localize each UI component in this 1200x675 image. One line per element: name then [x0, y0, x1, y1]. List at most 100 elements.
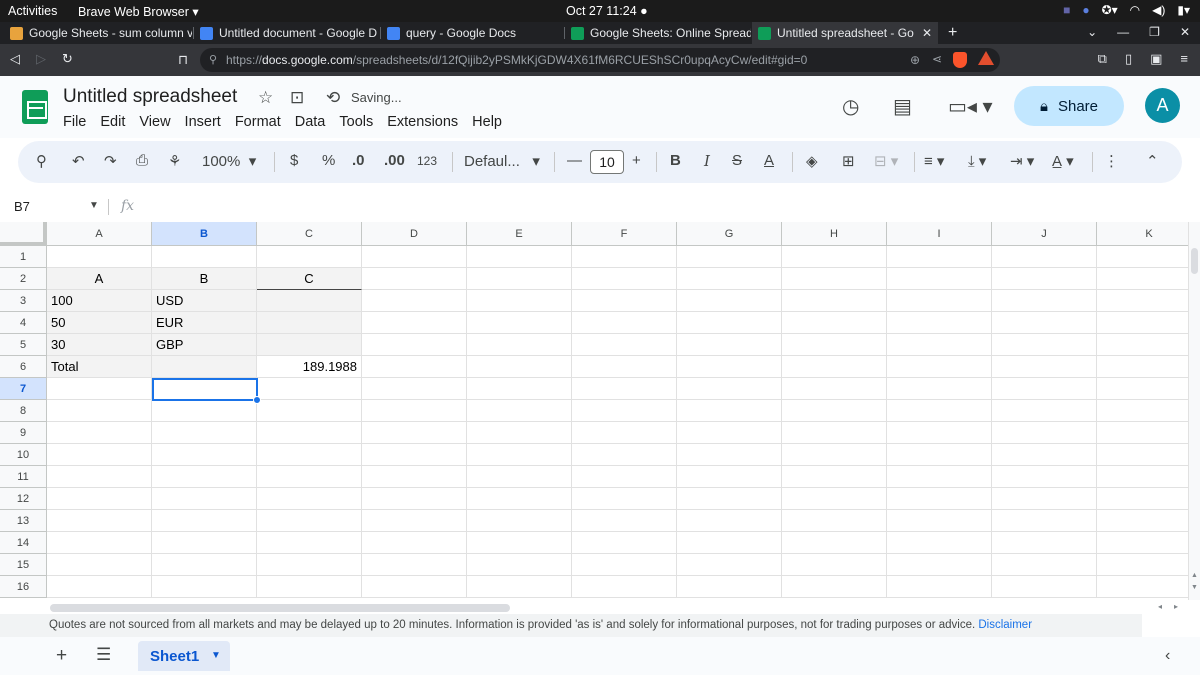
- cell-i9[interactable]: [887, 422, 992, 444]
- cell-e13[interactable]: [467, 510, 572, 532]
- redo-icon[interactable]: ↷: [104, 152, 117, 170]
- cell-h1[interactable]: [782, 246, 887, 268]
- cell-i6[interactable]: [887, 356, 992, 378]
- menu-data[interactable]: Data: [295, 114, 326, 130]
- cell-b13[interactable]: [152, 510, 257, 532]
- cell-e16[interactable]: [467, 576, 572, 598]
- cell-a10[interactable]: [47, 444, 152, 466]
- cell-h11[interactable]: [782, 466, 887, 488]
- account-avatar[interactable]: A: [1145, 88, 1180, 123]
- row-header-12[interactable]: 12: [0, 488, 47, 510]
- cell-f5[interactable]: [572, 334, 677, 356]
- column-header-g[interactable]: G: [677, 222, 782, 246]
- cell-d12[interactable]: [362, 488, 467, 510]
- cell-b16[interactable]: [152, 576, 257, 598]
- decrease-decimal-button[interactable]: .0: [352, 152, 365, 169]
- browser-tab-3[interactable]: query - Google Docs: [381, 22, 563, 44]
- cell-b9[interactable]: [152, 422, 257, 444]
- cell-f14[interactable]: [572, 532, 677, 554]
- bold-icon[interactable]: B: [670, 152, 681, 169]
- activities-button[interactable]: Activities: [8, 4, 57, 18]
- cell-f16[interactable]: [572, 576, 677, 598]
- cell-c9[interactable]: [257, 422, 362, 444]
- column-header-c[interactable]: C: [257, 222, 362, 246]
- horizontal-scrollbar[interactable]: ◂ ▸: [48, 602, 1188, 614]
- column-header-i[interactable]: I: [887, 222, 992, 246]
- cell-j11[interactable]: [992, 466, 1097, 488]
- more-options-icon[interactable]: ⋮: [1104, 152, 1119, 170]
- cell-d6[interactable]: [362, 356, 467, 378]
- column-header-f[interactable]: F: [572, 222, 677, 246]
- column-header-k[interactable]: K: [1097, 222, 1188, 246]
- cell-d4[interactable]: [362, 312, 467, 334]
- cell-h4[interactable]: [782, 312, 887, 334]
- cell-k3[interactable]: [1097, 290, 1188, 312]
- cell-a7[interactable]: [47, 378, 152, 400]
- comments-icon[interactable]: ▤: [893, 94, 912, 119]
- cell-c8[interactable]: [257, 400, 362, 422]
- sync-status-icon[interactable]: ⟲: [326, 88, 340, 108]
- column-header-a[interactable]: A: [47, 222, 152, 246]
- increase-font-size-icon[interactable]: +: [632, 152, 641, 169]
- cell-e14[interactable]: [467, 532, 572, 554]
- sidebar-icon[interactable]: ▯: [1125, 51, 1132, 67]
- cell-i14[interactable]: [887, 532, 992, 554]
- italic-icon[interactable]: I: [704, 152, 710, 170]
- system-tray[interactable]: ■ ● ✪▾ ◠ ◀) ▮▾: [1063, 3, 1190, 17]
- cell-j4[interactable]: [992, 312, 1097, 334]
- cell-i15[interactable]: [887, 554, 992, 576]
- cell-g15[interactable]: [677, 554, 782, 576]
- cell-c12[interactable]: [257, 488, 362, 510]
- cell-b8[interactable]: [152, 400, 257, 422]
- close-window-icon[interactable]: ✕: [1180, 25, 1190, 39]
- cell-j8[interactable]: [992, 400, 1097, 422]
- print-icon[interactable]: ⎙: [136, 152, 148, 169]
- cell-g1[interactable]: [677, 246, 782, 268]
- row-header-6[interactable]: 6: [0, 356, 47, 378]
- cell-k10[interactable]: [1097, 444, 1188, 466]
- sheet-tab[interactable]: Sheet1 ▼: [138, 641, 230, 671]
- cell-k4[interactable]: [1097, 312, 1188, 334]
- cell-a13[interactable]: [47, 510, 152, 532]
- horizontal-scroll-thumb[interactable]: [50, 604, 510, 612]
- cell-c7[interactable]: [257, 378, 362, 400]
- row-header-10[interactable]: 10: [0, 444, 47, 466]
- cell-f4[interactable]: [572, 312, 677, 334]
- undo-icon[interactable]: ↶: [72, 152, 85, 170]
- cell-b2[interactable]: B: [152, 268, 257, 290]
- spreadsheet-grid[interactable]: A B C D E F G H I J K 1 2 A B C 3 100 USD 4 50 EUR 5 30 GBP 6 Tota…: [0, 222, 1188, 600]
- teams-icon[interactable]: ■: [1063, 3, 1070, 17]
- cell-k16[interactable]: [1097, 576, 1188, 598]
- cell-b12[interactable]: [152, 488, 257, 510]
- more-formats-button[interactable]: 123: [417, 154, 437, 168]
- site-info-icon[interactable]: ⚲: [209, 53, 217, 66]
- cell-h13[interactable]: [782, 510, 887, 532]
- accessibility-icon[interactable]: ✪▾: [1102, 3, 1118, 17]
- cell-j5[interactable]: [992, 334, 1097, 356]
- cell-e8[interactable]: [467, 400, 572, 422]
- row-header-9[interactable]: 9: [0, 422, 47, 444]
- menu-help[interactable]: Help: [472, 114, 502, 130]
- cell-f7[interactable]: [572, 378, 677, 400]
- minimize-icon[interactable]: —: [1117, 25, 1129, 39]
- zoom-icon[interactable]: ⊕: [910, 53, 920, 67]
- cell-f1[interactable]: [572, 246, 677, 268]
- cell-h6[interactable]: [782, 356, 887, 378]
- cell-a9[interactable]: [47, 422, 152, 444]
- cell-b1[interactable]: [152, 246, 257, 268]
- strikethrough-icon[interactable]: S: [732, 152, 742, 169]
- share-page-icon[interactable]: ⋖: [932, 52, 942, 66]
- name-box-dropdown-icon[interactable]: ▼: [89, 200, 99, 211]
- cell-e5[interactable]: [467, 334, 572, 356]
- column-header-h[interactable]: H: [782, 222, 887, 246]
- cell-d3[interactable]: [362, 290, 467, 312]
- cell-h2[interactable]: [782, 268, 887, 290]
- cell-i4[interactable]: [887, 312, 992, 334]
- menu-format[interactable]: Format: [235, 114, 281, 130]
- cell-b15[interactable]: [152, 554, 257, 576]
- cell-g5[interactable]: [677, 334, 782, 356]
- menu-file[interactable]: File: [63, 114, 86, 130]
- cell-b4[interactable]: EUR: [152, 312, 257, 334]
- cell-k2[interactable]: [1097, 268, 1188, 290]
- cell-b11[interactable]: [152, 466, 257, 488]
